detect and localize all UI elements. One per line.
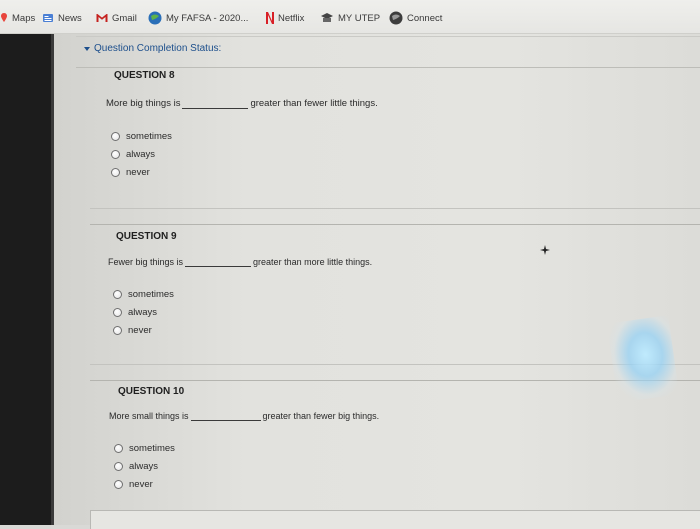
- answer-blank: [190, 411, 261, 421]
- q8-option-always[interactable]: always: [111, 149, 155, 160]
- question-divider: [90, 380, 700, 381]
- q10-option-always[interactable]: always: [114, 461, 158, 472]
- radio-button[interactable]: [114, 462, 123, 471]
- radio-button[interactable]: [111, 150, 120, 159]
- netflix-icon: [265, 12, 274, 24]
- radio-button[interactable]: [113, 290, 122, 299]
- q9-option-sometimes[interactable]: sometimes: [113, 289, 174, 300]
- question-9-title: QUESTION 9: [116, 231, 177, 242]
- next-question-box: [90, 510, 700, 529]
- maps-pin-icon: [0, 12, 8, 24]
- stem-after: greater than more little things.: [253, 257, 373, 267]
- stem-before: Fewer big things is: [108, 257, 184, 267]
- gmail-icon: [96, 12, 108, 24]
- question-status-bar: Question Completion Status:: [76, 36, 700, 68]
- question-8-stem: More big things is greater than fewer li…: [106, 98, 378, 109]
- bookmark-connect[interactable]: Connect: [389, 10, 442, 26]
- bookmark-label: My FAFSA - 2020...: [166, 12, 249, 24]
- bookmark-label: MY UTEP: [338, 12, 381, 24]
- utep-icon: [320, 12, 334, 24]
- bookmark-news[interactable]: News: [42, 10, 82, 26]
- screen-glare: [606, 315, 680, 403]
- question-10-title: QUESTION 10: [118, 386, 185, 397]
- answer-blank: [185, 257, 252, 267]
- q10-option-never[interactable]: never: [114, 479, 153, 490]
- left-panel: [0, 34, 54, 525]
- option-label: sometimes: [129, 443, 175, 454]
- bookmark-maps[interactable]: Maps: [0, 10, 35, 26]
- q8-option-sometimes[interactable]: sometimes: [111, 131, 172, 142]
- radio-button[interactable]: [114, 480, 123, 489]
- option-label: never: [126, 167, 150, 178]
- question-divider: [90, 208, 700, 209]
- option-label: sometimes: [126, 131, 172, 142]
- stem-before: More big things is: [106, 98, 181, 109]
- bookmark-label: Connect: [407, 12, 443, 24]
- radio-button[interactable]: [113, 326, 122, 335]
- radio-button[interactable]: [111, 132, 120, 141]
- option-label: never: [128, 325, 152, 336]
- question-divider: [90, 364, 700, 365]
- q9-option-never[interactable]: never: [113, 325, 152, 336]
- question-completion-status-toggle[interactable]: Question Completion Status:: [84, 43, 221, 54]
- bookmark-fafsa[interactable]: My FAFSA - 2020...: [148, 10, 248, 26]
- fafsa-globe-icon: [148, 11, 162, 25]
- page-content: Question Completion Status: QUESTION 8 M…: [54, 34, 700, 529]
- option-label: always: [126, 149, 156, 160]
- expand-triangle-icon: [84, 46, 90, 51]
- radio-button[interactable]: [113, 308, 122, 317]
- option-label: sometimes: [128, 289, 174, 300]
- stem-after: greater than fewer big things.: [262, 411, 380, 421]
- q10-option-sometimes[interactable]: sometimes: [114, 443, 175, 454]
- option-label: never: [129, 479, 153, 490]
- radio-button[interactable]: [111, 168, 120, 177]
- news-icon: [42, 12, 54, 24]
- bookmark-my-utep[interactable]: MY UTEP: [320, 10, 380, 26]
- bookmark-gmail[interactable]: Gmail: [96, 10, 137, 26]
- option-label: always: [129, 461, 159, 472]
- q9-option-always[interactable]: always: [113, 307, 157, 318]
- question-10-stem: More small things is greater than fewer …: [109, 411, 379, 421]
- answer-blank: [182, 99, 249, 109]
- q8-option-never[interactable]: never: [111, 167, 150, 178]
- bookmark-label: Netflix: [278, 12, 305, 24]
- connect-globe-icon: [389, 11, 403, 25]
- mouse-cursor-icon: [540, 242, 550, 260]
- question-9-stem: Fewer big things is greater than more li…: [108, 257, 372, 267]
- bookmark-netflix[interactable]: Netflix: [265, 10, 304, 26]
- bookmarks-bar: Maps News Gmail My FAFSA - 2020... Netfl…: [0, 0, 700, 34]
- radio-button[interactable]: [114, 444, 123, 453]
- option-label: always: [128, 307, 158, 318]
- question-8-title: QUESTION 8: [114, 70, 175, 81]
- stem-before: More small things is: [109, 411, 189, 421]
- bookmark-label: News: [58, 12, 82, 24]
- bookmark-label: Gmail: [112, 12, 137, 24]
- bookmark-label: Maps: [12, 12, 36, 24]
- stem-after: greater than fewer little things.: [250, 98, 378, 109]
- status-label: Question Completion Status:: [94, 43, 222, 54]
- question-divider: [90, 224, 700, 225]
